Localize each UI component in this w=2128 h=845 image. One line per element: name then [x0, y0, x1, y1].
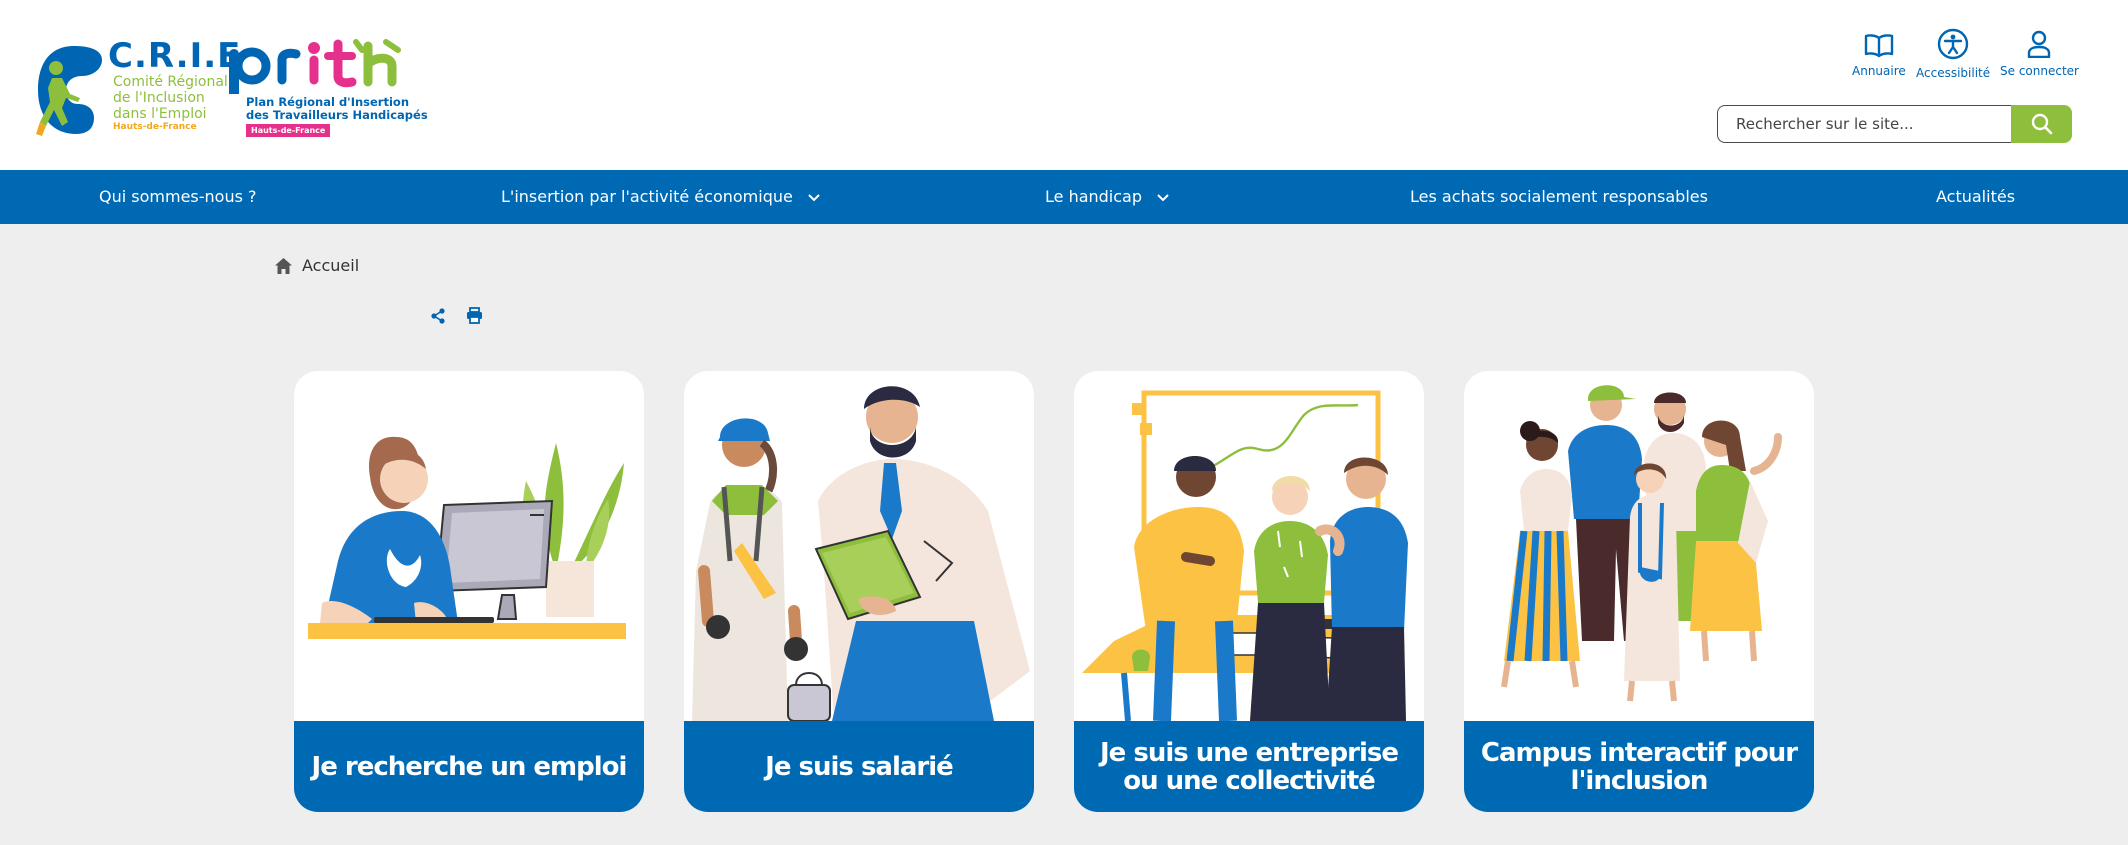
prith-region: Hauts-de-France	[246, 124, 331, 137]
crie-wordmark: C.R.I.E	[108, 36, 242, 76]
nav-item-qui-sommes-nous[interactable]: Qui sommes-nous ?	[99, 170, 257, 224]
nav-item-insertion-activite[interactable]: L'insertion par l'activité économique	[501, 170, 820, 224]
prith-wordmark	[229, 39, 401, 94]
crie-line-1: Comité Régional	[113, 74, 228, 90]
crie-logo-mark	[36, 46, 102, 136]
breadcrumb-home-link[interactable]: Accueil	[302, 256, 359, 275]
card-company[interactable]: Je suis une entreprise ou une collectivi…	[1074, 371, 1424, 812]
card-title: Campus interactif pour l'inclusion	[1464, 721, 1814, 812]
book-icon	[1864, 34, 1894, 58]
site-logo[interactable]: C.R.I.E Comité Régional de l'Inclusion d…	[34, 36, 428, 140]
nav-item-label: Actualités	[1936, 187, 2016, 206]
job-seeker-illustration	[308, 436, 626, 639]
crie-region: Hauts-de-France	[113, 122, 197, 132]
campus-illustration	[1501, 385, 1782, 702]
search-input[interactable]	[1717, 105, 2011, 143]
nav-item-label: Les achats socialement responsables	[1410, 187, 1708, 206]
accessibility-link[interactable]: Accessibilité	[1916, 28, 1991, 80]
card-campus[interactable]: Campus interactif pour l'inclusion	[1464, 371, 1814, 812]
breadcrumb: Accueil	[274, 256, 359, 275]
card-title: Je recherche un emploi	[294, 721, 644, 812]
crie-line-3: dans l'Emploi	[113, 106, 207, 122]
share-icon[interactable]	[430, 308, 446, 324]
search-button[interactable]	[2011, 105, 2072, 143]
nav-item-label: Le handicap	[1045, 187, 1143, 206]
login-link[interactable]: Se connecter	[2000, 30, 2079, 78]
search-icon	[2031, 113, 2052, 135]
accessibility-icon	[1937, 28, 1969, 60]
login-label: Se connecter	[2000, 64, 2079, 78]
nav-item-handicap[interactable]: Le handicap	[1045, 170, 1169, 224]
chevron-down-icon	[1157, 193, 1169, 201]
accessibility-label: Accessibilité	[1916, 66, 1991, 80]
card-title: Je suis salarié	[684, 721, 1034, 812]
nav-item-label: Qui sommes-nous ?	[99, 187, 257, 206]
employee-illustration	[692, 386, 1030, 721]
annuaire-link[interactable]: Annuaire	[1852, 32, 1906, 78]
main-navigation: Qui sommes-nous ? L'insertion par l'acti…	[0, 170, 2128, 224]
chevron-down-icon	[808, 193, 820, 201]
card-title: Je suis une entreprise ou une collectivi…	[1074, 721, 1424, 812]
nav-item-actualites[interactable]: Actualités	[1936, 170, 2015, 224]
print-icon[interactable]	[466, 307, 483, 324]
nav-item-achats-responsables[interactable]: Les achats socialement responsables	[1410, 170, 1708, 224]
site-header: C.R.I.E Comité Régional de l'Inclusion d…	[0, 0, 2128, 170]
home-icon[interactable]	[274, 257, 293, 275]
card-job-seeker[interactable]: Je recherche un emploi	[294, 371, 644, 812]
company-illustration	[1082, 390, 1408, 721]
crie-line-2: de l'Inclusion	[113, 90, 205, 106]
card-employee[interactable]: Je suis salarié	[684, 371, 1034, 812]
nav-item-label: L'insertion par l'activité économique	[501, 187, 793, 206]
prith-line-2: des Travailleurs Handicapés	[246, 108, 428, 122]
annuaire-label: Annuaire	[1852, 64, 1906, 78]
user-icon	[2028, 30, 2051, 58]
